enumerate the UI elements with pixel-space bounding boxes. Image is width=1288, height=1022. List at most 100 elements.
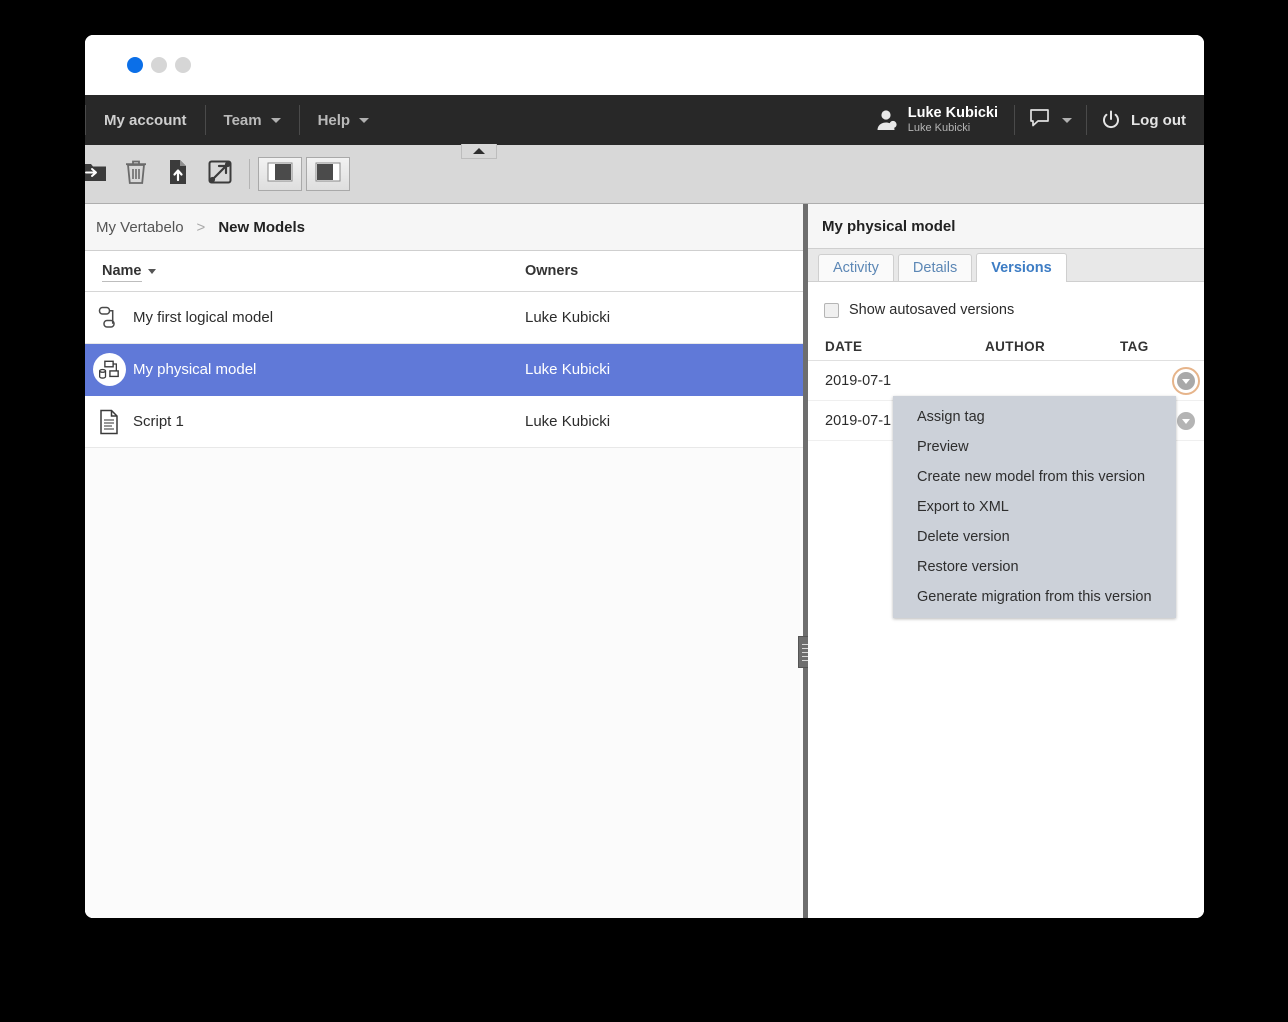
upload-file-icon xyxy=(167,159,189,190)
tab-strip: Activity Details Versions xyxy=(808,249,1204,282)
layout-left-split-icon xyxy=(267,162,293,187)
share-button[interactable] xyxy=(199,154,241,194)
collapse-toolbar-icon xyxy=(473,148,485,154)
table-row[interactable]: 2019-07-1 xyxy=(808,361,1204,401)
user-names: Luke Kubicki Luke Kubicki xyxy=(908,105,998,134)
delete-icon xyxy=(124,159,148,190)
column-header-owners-label: Owners xyxy=(525,263,579,279)
version-date: 2019-07-1 xyxy=(825,372,892,389)
chat-menu[interactable] xyxy=(1015,95,1086,145)
nav-left-group: My account Team Help xyxy=(85,95,387,145)
column-header-owners[interactable]: Owners xyxy=(525,263,803,279)
layout-toggle-group xyxy=(258,157,350,191)
power-icon xyxy=(1101,110,1121,130)
file-name: Script 1 xyxy=(133,413,184,430)
versions-table-header: DATE AUTHOR TAG xyxy=(808,332,1204,361)
share-icon xyxy=(207,159,233,190)
menu-item-generate-migration[interactable]: Generate migration from this version xyxy=(893,582,1176,612)
chevron-down-icon xyxy=(359,117,370,123)
move-to-folder-button[interactable] xyxy=(85,154,115,194)
version-context-menu: Assign tag Preview Create new model from… xyxy=(893,396,1176,618)
browser-chrome-bar xyxy=(85,35,1204,95)
window-dot-idle-1[interactable] xyxy=(151,57,167,73)
user-display-name: Luke Kubicki xyxy=(907,105,999,122)
file-owner: Luke Kubicki xyxy=(525,361,611,378)
sort-descending-icon xyxy=(147,268,156,274)
show-autosaved-versions-label: Show autosaved versions xyxy=(849,302,1015,318)
nav-item-team-label: Team xyxy=(223,111,262,129)
table-row[interactable]: My physical model Luke Kubicki xyxy=(85,344,803,396)
script-icon xyxy=(85,409,133,435)
menu-item-export-to-xml[interactable]: Export to XML xyxy=(893,492,1176,522)
file-table-header: Name Owners xyxy=(85,251,803,292)
column-header-author[interactable]: AUTHOR xyxy=(985,339,1120,354)
window-dot-idle-2[interactable] xyxy=(175,57,191,73)
chevron-down-icon xyxy=(1062,117,1073,123)
table-row[interactable]: Script 1 Luke Kubicki xyxy=(85,396,803,448)
nav-item-my-account-label: My account xyxy=(104,111,187,129)
nav-item-help[interactable]: Help xyxy=(300,95,388,145)
main-toolbar xyxy=(85,144,1204,204)
nav-item-my-account[interactable]: My account xyxy=(86,95,205,145)
upload-file-button[interactable] xyxy=(157,154,199,194)
logout-label: Log out xyxy=(1131,111,1186,129)
column-header-name-label: Name xyxy=(102,263,142,282)
nav-item-help-label: Help xyxy=(317,111,351,129)
menu-item-restore-version[interactable]: Restore version xyxy=(893,552,1176,582)
nav-item-team[interactable]: Team xyxy=(206,95,299,145)
file-name: My physical model xyxy=(133,361,257,378)
model-details-pane: My physical model Activity Details Versi… xyxy=(808,204,1204,918)
breadcrumb-current: New Models xyxy=(218,218,305,236)
tab-activity[interactable]: Activity xyxy=(818,254,894,281)
user-menu[interactable]: Luke Kubicki Luke Kubicki xyxy=(863,95,1014,145)
show-autosaved-versions-row[interactable]: Show autosaved versions xyxy=(808,282,1204,332)
tab-versions[interactable]: Versions xyxy=(976,253,1067,282)
toolbar-divider xyxy=(249,159,250,189)
file-owner: Luke Kubicki xyxy=(525,309,611,326)
main-content: My Vertabelo > New Models Name Owners My… xyxy=(85,204,1204,918)
user-avatar-icon xyxy=(873,107,899,133)
chevron-down-icon xyxy=(270,117,281,123)
browser-window: My account Team Help Luke Kubicki Luke K… xyxy=(85,35,1204,918)
file-list-empty-area xyxy=(85,448,803,918)
physical-model-icon xyxy=(85,353,133,386)
move-to-folder-icon xyxy=(85,160,107,189)
breadcrumb-separator: > xyxy=(196,218,206,236)
menu-item-assign-tag[interactable]: Assign tag xyxy=(893,402,1176,432)
breadcrumb-root[interactable]: My Vertabelo xyxy=(96,219,184,236)
tab-details[interactable]: Details xyxy=(897,254,973,281)
menu-item-delete-version[interactable]: Delete version xyxy=(893,522,1176,552)
menu-item-preview[interactable]: Preview xyxy=(893,432,1176,462)
chat-bubble-icon xyxy=(1029,108,1053,133)
tab-details-label: Details xyxy=(912,260,958,276)
version-menu-button[interactable] xyxy=(1172,366,1200,395)
menu-item-create-new-model[interactable]: Create new model from this version xyxy=(893,462,1176,492)
collapse-toolbar-button[interactable] xyxy=(461,144,497,159)
file-name: My first logical model xyxy=(133,309,274,326)
breadcrumb: My Vertabelo > New Models xyxy=(85,204,803,251)
file-icon-circle xyxy=(92,353,126,386)
top-navigation-bar: My account Team Help Luke Kubicki Luke K… xyxy=(85,95,1204,145)
table-row[interactable]: My first logical model Luke Kubicki xyxy=(85,292,803,344)
delete-button[interactable] xyxy=(115,154,157,194)
logical-model-icon xyxy=(85,305,133,331)
tab-versions-label: Versions xyxy=(991,260,1052,276)
chevron-down-icon xyxy=(1182,378,1190,384)
layout-right-split-button[interactable] xyxy=(306,157,350,191)
layout-right-split-icon xyxy=(315,162,341,187)
column-header-date[interactable]: DATE xyxy=(825,339,985,354)
page-title: My physical model xyxy=(808,204,1204,249)
column-header-name[interactable]: Name xyxy=(85,263,525,282)
file-browser-pane: My Vertabelo > New Models Name Owners My… xyxy=(85,204,803,918)
nav-right-group: Luke Kubicki Luke Kubicki Log out xyxy=(863,95,1204,145)
user-sub-name: Luke Kubicki xyxy=(907,122,971,135)
show-autosaved-versions-checkbox[interactable] xyxy=(824,302,839,318)
file-owner: Luke Kubicki xyxy=(525,413,611,430)
version-menu-button[interactable] xyxy=(1177,411,1195,430)
window-dot-active[interactable] xyxy=(127,57,143,73)
layout-left-split-button[interactable] xyxy=(258,157,302,191)
chevron-down-icon xyxy=(1182,418,1190,424)
column-header-tag[interactable]: TAG xyxy=(1120,339,1204,354)
logout-button[interactable]: Log out xyxy=(1087,95,1204,145)
tab-activity-label: Activity xyxy=(833,260,879,276)
